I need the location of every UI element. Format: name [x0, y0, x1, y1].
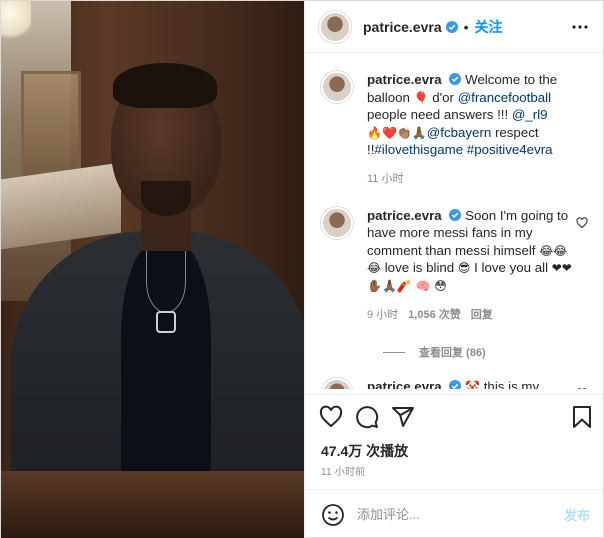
verified-badge-icon — [449, 208, 462, 221]
verified-badge-icon — [449, 73, 462, 85]
mention-link[interactable]: @francefootball — [458, 90, 551, 105]
comment-username[interactable]: patrice.evra — [367, 72, 442, 87]
header-username[interactable]: patrice.evra — [363, 19, 442, 35]
avatar[interactable] — [321, 71, 353, 103]
reply-button[interactable]: 回复 — [471, 307, 493, 325]
hashtag-link[interactable]: #positive4evra — [467, 142, 553, 157]
comment-likes[interactable]: 1,056 次赞 — [408, 307, 461, 325]
follow-button[interactable]: 关注 — [475, 17, 503, 37]
mention-link[interactable]: @fcbayern — [427, 125, 492, 140]
heart-icon[interactable] — [319, 405, 343, 429]
comment: patrice.evra Soon I'm going to have more… — [321, 206, 590, 325]
avatar[interactable] — [319, 10, 351, 43]
avatar[interactable] — [321, 206, 353, 239]
comment-username[interactable]: patrice.evra — [367, 208, 442, 223]
post-video[interactable] — [1, 1, 304, 538]
more-options-icon[interactable] — [570, 17, 590, 37]
comment-meta: 9 小时 1,056 次赞 回复 — [367, 307, 577, 325]
balloon-emoji: 🎈 — [413, 90, 429, 105]
verified-badge-icon — [445, 20, 458, 33]
emoji-icon[interactable] — [321, 503, 345, 527]
verified-badge-icon — [449, 380, 462, 389]
comment: patrice.evra 🤡 this is my favourite emoj… — [321, 378, 590, 389]
post-sidebar: patrice.evra • 关注 patrice.evra Welcome t… — [304, 1, 604, 538]
post-header: patrice.evra • 关注 — [305, 1, 604, 53]
avatar[interactable] — [321, 378, 353, 389]
bookmark-icon[interactable] — [570, 405, 594, 429]
mention-link[interactable]: @_rl9 — [512, 107, 548, 122]
replies-divider — [383, 351, 405, 353]
hashtag-link[interactable]: #ilovethisgame — [374, 142, 463, 157]
action-bar — [305, 394, 604, 434]
add-comment-bar: 发布 — [305, 489, 604, 538]
comment-username[interactable]: patrice.evra — [367, 379, 442, 389]
post-timestamp[interactable]: 11 小时前 — [321, 463, 365, 478]
instagram-post-dialog: patrice.evra • 关注 patrice.evra Welcome t… — [0, 0, 604, 538]
comment-input[interactable] — [357, 507, 564, 522]
view-replies-button[interactable]: 查看回复 (86) — [383, 344, 590, 360]
comment-meta: 11 小时 — [367, 171, 577, 189]
comment-time[interactable]: 11 小时 — [367, 171, 403, 189]
comments-list[interactable]: patrice.evra Welcome to the balloon 🎈 d'… — [305, 53, 604, 389]
comment-like-icon[interactable] — [576, 388, 588, 389]
header-separator: • — [463, 18, 469, 35]
caption: patrice.evra Welcome to the balloon 🎈 d'… — [321, 71, 590, 189]
share-icon[interactable] — [391, 405, 415, 429]
view-count[interactable]: 47.4万 次播放 — [321, 441, 408, 461]
comment-time[interactable]: 9 小时 — [367, 307, 398, 325]
comment-like-icon[interactable] — [576, 216, 588, 229]
post-comment-button[interactable]: 发布 — [564, 505, 590, 524]
comment-icon[interactable] — [355, 405, 379, 429]
